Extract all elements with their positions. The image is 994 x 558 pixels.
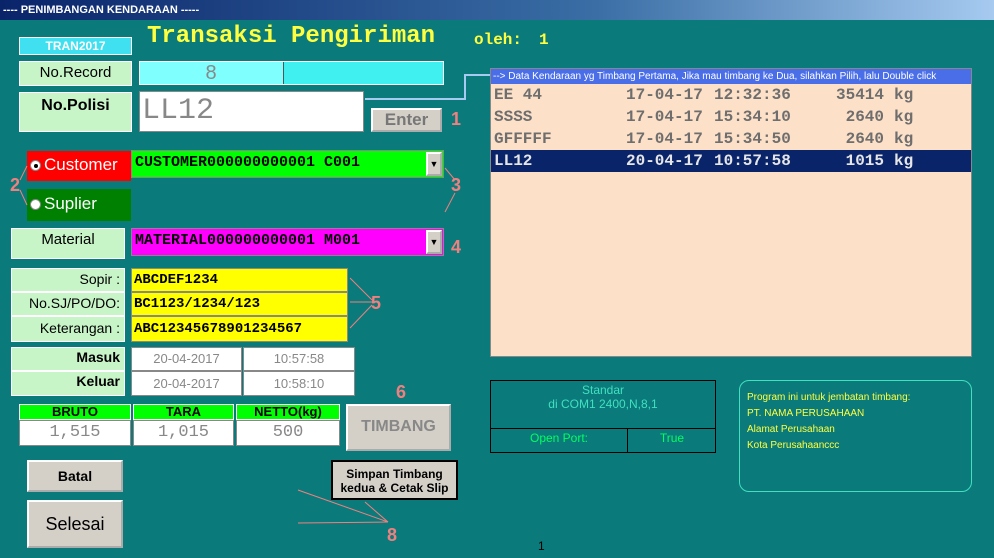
annotation-lines bbox=[19, 165, 456, 524]
footer-page: 1 bbox=[538, 539, 545, 553]
